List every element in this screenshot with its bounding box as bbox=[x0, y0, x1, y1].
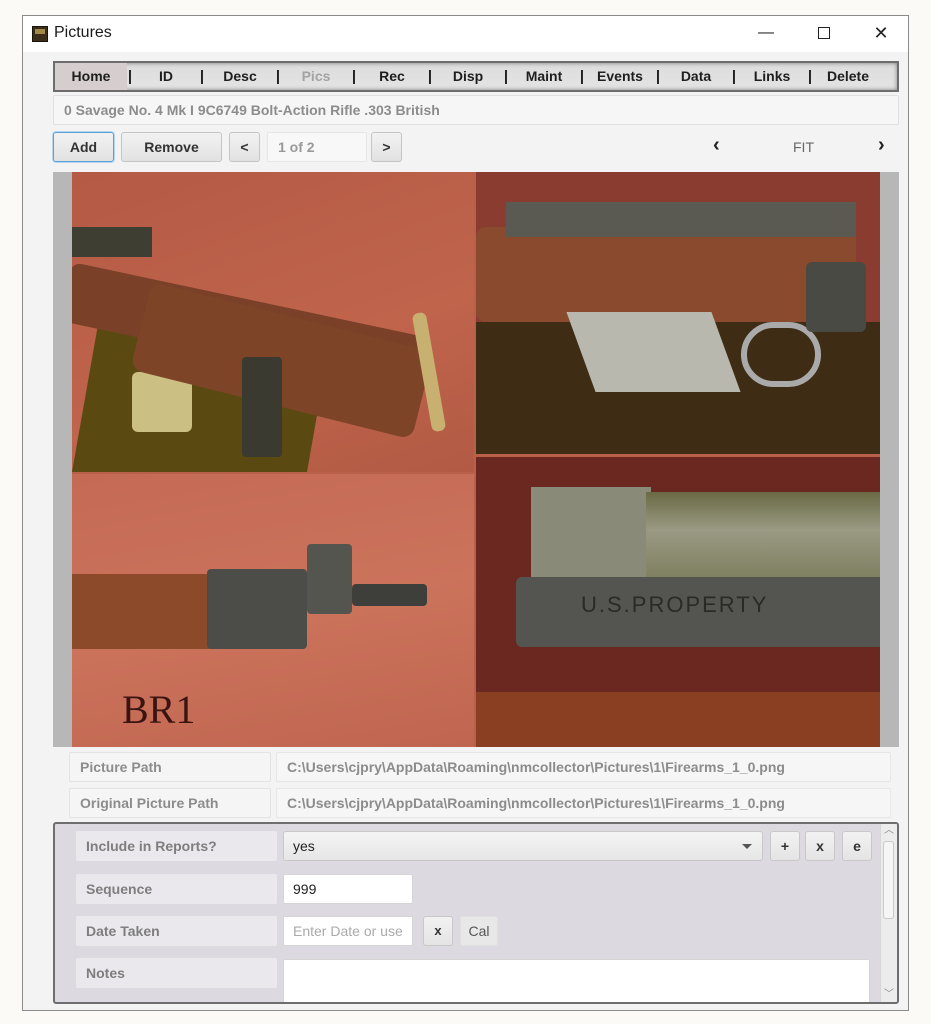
original-path-label: Original Picture Path bbox=[69, 788, 271, 818]
chevron-down-icon bbox=[742, 844, 752, 849]
date-taken-input[interactable]: Enter Date or use bbox=[283, 916, 413, 946]
notes-label: Notes bbox=[76, 958, 277, 988]
next-picture-button[interactable]: > bbox=[371, 132, 402, 162]
scroll-down-icon[interactable]: ﹀ bbox=[881, 988, 897, 1002]
nav-delete[interactable]: Delete bbox=[813, 63, 883, 90]
photo-receiver bbox=[476, 172, 880, 454]
nav-bar: Home | ID | Desc | Pics | Rec | Disp | M… bbox=[53, 61, 899, 92]
add-button[interactable]: Add bbox=[53, 132, 114, 162]
picture-path-row: Picture Path C:\Users\cjpry\AppData\Roam… bbox=[69, 752, 891, 782]
scroll-up-icon[interactable]: ︿ bbox=[881, 824, 897, 838]
add-option-button[interactable]: + bbox=[770, 831, 800, 861]
picture-path-field[interactable]: C:\Users\cjpry\AppData\Roaming\nmcollect… bbox=[276, 752, 891, 782]
maximize-button[interactable] bbox=[801, 16, 847, 50]
nav-links[interactable]: Links bbox=[737, 63, 807, 90]
original-path-field[interactable]: C:\Users\cjpry\AppData\Roaming\nmcollect… bbox=[276, 788, 891, 818]
minimize-button[interactable]: — bbox=[743, 16, 789, 50]
remove-button[interactable]: Remove bbox=[121, 132, 222, 162]
notes-textarea[interactable] bbox=[283, 959, 870, 1002]
picture-details-panel: Include in Reports? yes + x e Sequence 9… bbox=[53, 822, 899, 1004]
nav-pics[interactable]: Pics bbox=[281, 63, 351, 90]
remove-option-button[interactable]: x bbox=[805, 831, 835, 861]
zoom-level: FIT bbox=[793, 139, 814, 155]
title-bar: Pictures — ✕ bbox=[23, 16, 908, 52]
date-taken-label: Date Taken bbox=[76, 916, 277, 946]
sequence-label: Sequence bbox=[76, 874, 277, 904]
nav-home[interactable]: Home bbox=[55, 63, 127, 90]
nav-disp[interactable]: Disp bbox=[433, 63, 503, 90]
window-title: Pictures bbox=[54, 24, 112, 41]
photo-marking: U.S.PROPERTY bbox=[476, 457, 880, 747]
zoom-out-chevron-icon[interactable]: ‹ bbox=[713, 134, 720, 157]
zoom-in-chevron-icon[interactable]: › bbox=[878, 134, 885, 157]
previous-picture-button[interactable]: < bbox=[229, 132, 260, 162]
sequence-input[interactable]: 999 bbox=[283, 874, 413, 904]
photo-muzzle: BR1 bbox=[72, 474, 474, 747]
rifle-photo: BR1 U.S.PROPERTY bbox=[72, 172, 880, 747]
picture-viewer: BR1 U.S.PROPERTY bbox=[53, 172, 899, 747]
photo-buttstock bbox=[72, 172, 474, 472]
record-title: 0 Savage No. 4 Mk I 9C6749 Bolt-Action R… bbox=[53, 95, 899, 125]
nav-desc[interactable]: Desc bbox=[205, 63, 275, 90]
include-in-reports-label: Include in Reports? bbox=[76, 831, 277, 861]
pictures-window: Pictures — ✕ Home | ID | Desc | Pics | R… bbox=[22, 15, 909, 1011]
maximize-icon bbox=[818, 26, 830, 39]
include-in-reports-value: yes bbox=[293, 838, 315, 854]
picture-path-label: Picture Path bbox=[69, 752, 271, 782]
details-scrollbar[interactable]: ︿ ﹀ bbox=[880, 824, 897, 1002]
close-button[interactable]: ✕ bbox=[858, 16, 904, 50]
scrollbar-thumb[interactable] bbox=[883, 841, 894, 919]
calendar-button[interactable]: Cal bbox=[460, 916, 498, 946]
picture-toolbar: Add Remove < 1 of 2 > ‹ FIT › bbox=[53, 132, 899, 164]
nav-maint[interactable]: Maint bbox=[509, 63, 579, 90]
photo-marking-text: U.S.PROPERTY bbox=[581, 592, 769, 617]
include-in-reports-select[interactable]: yes bbox=[283, 831, 763, 861]
edit-option-button[interactable]: e bbox=[842, 831, 872, 861]
nav-id[interactable]: ID bbox=[133, 63, 199, 90]
page-indicator: 1 of 2 bbox=[267, 132, 367, 162]
app-icon bbox=[32, 26, 48, 42]
original-path-row: Original Picture Path C:\Users\cjpry\App… bbox=[69, 788, 891, 818]
nav-data[interactable]: Data bbox=[661, 63, 731, 90]
clear-date-button[interactable]: x bbox=[423, 916, 453, 946]
photo-caption: BR1 bbox=[122, 687, 196, 732]
nav-events[interactable]: Events bbox=[585, 63, 655, 90]
nav-rec[interactable]: Rec bbox=[357, 63, 427, 90]
